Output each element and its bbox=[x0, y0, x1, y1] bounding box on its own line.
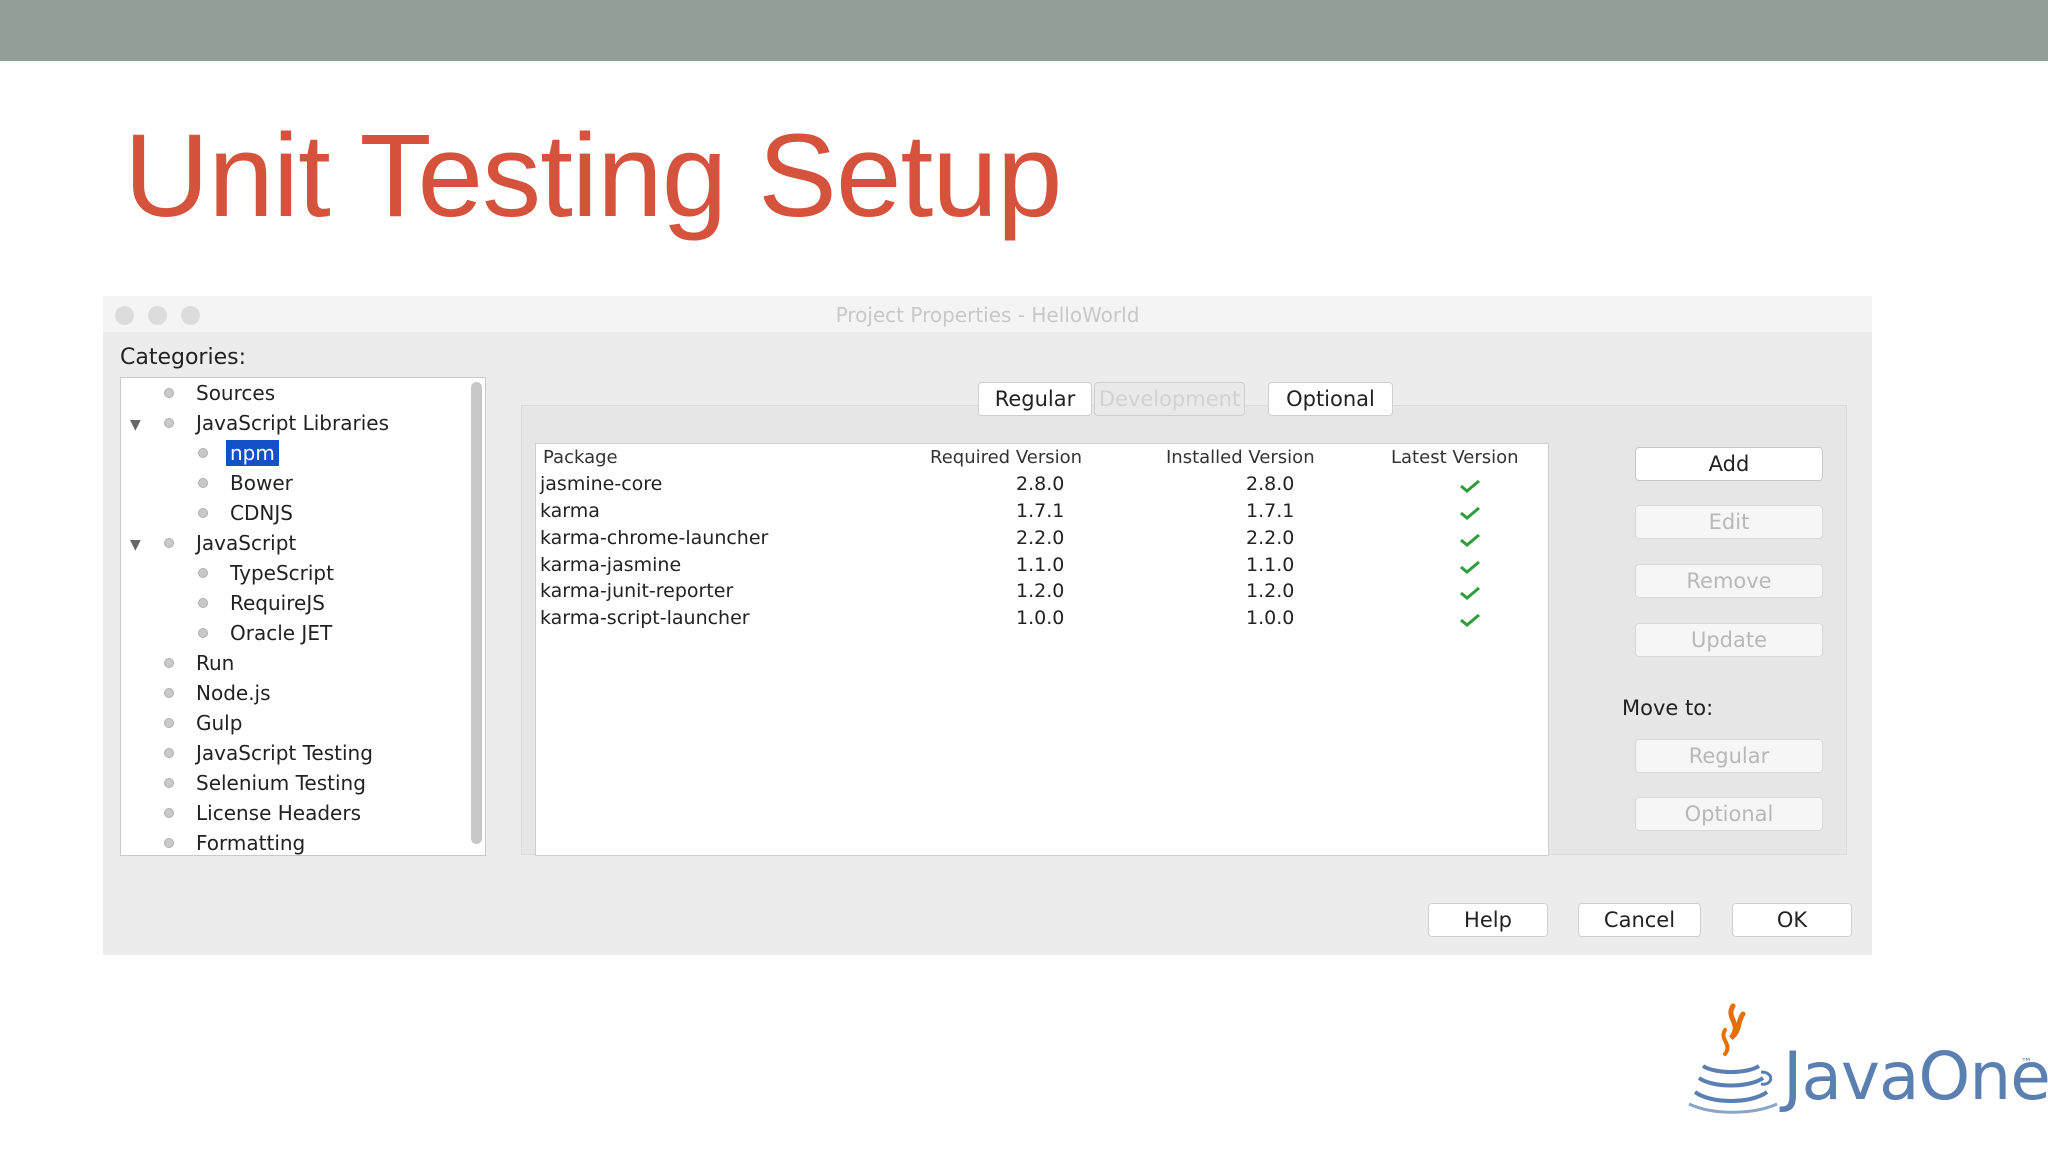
column-header-latest-version[interactable]: Latest Version bbox=[1391, 447, 1519, 468]
tab-development[interactable]: Development bbox=[1094, 382, 1245, 416]
node-bullet-icon bbox=[164, 538, 174, 548]
node-bullet-icon bbox=[164, 688, 174, 698]
table-row-required: 2.2.0 bbox=[1016, 527, 1065, 549]
move-regular-button[interactable]: Regular bbox=[1635, 739, 1823, 773]
table-row-package[interactable]: karma-script-launcher bbox=[540, 607, 750, 629]
project-properties-dialog: Project Properties - HelloWorld Categori… bbox=[103, 296, 1872, 955]
table-row-installed: 2.2.0 bbox=[1246, 527, 1295, 549]
checkmark-icon bbox=[1460, 613, 1480, 627]
tree-item-oracle-jet[interactable]: Oracle JET bbox=[198, 619, 332, 647]
tab-optional[interactable]: Optional bbox=[1268, 382, 1393, 416]
table-row-installed: 1.7.1 bbox=[1246, 500, 1295, 522]
top-band bbox=[0, 0, 2048, 61]
logo-trademark: ™ bbox=[2021, 1056, 2032, 1069]
table-row-package[interactable]: karma-chrome-launcher bbox=[540, 527, 768, 549]
node-bullet-icon bbox=[198, 448, 208, 458]
javaone-logo: JavaOne ™ bbox=[1685, 1000, 2048, 1120]
tree-item-requirejs[interactable]: RequireJS bbox=[198, 589, 325, 617]
node-bullet-icon bbox=[198, 628, 208, 638]
node-bullet-icon bbox=[164, 808, 174, 818]
tree-item-nodejs[interactable]: Node.js bbox=[164, 679, 271, 707]
table-row-package[interactable]: karma-junit-reporter bbox=[540, 580, 733, 602]
node-bullet-icon bbox=[164, 748, 174, 758]
node-bullet-icon bbox=[164, 778, 174, 788]
column-header-installed-version[interactable]: Installed Version bbox=[1166, 447, 1315, 468]
tree-item-typescript[interactable]: TypeScript bbox=[198, 559, 334, 587]
remove-button[interactable]: Remove bbox=[1635, 564, 1823, 598]
node-bullet-icon bbox=[164, 718, 174, 728]
update-button[interactable]: Update bbox=[1635, 623, 1823, 657]
table-row-package[interactable]: karma-jasmine bbox=[540, 554, 681, 576]
slide-title: Unit Testing Setup bbox=[124, 110, 1063, 242]
tree-item-javascript-testing[interactable]: JavaScript Testing bbox=[164, 739, 373, 767]
tab-regular[interactable]: Regular bbox=[978, 382, 1092, 416]
table-row-required: 1.1.0 bbox=[1016, 554, 1065, 576]
tree-item-selenium-testing[interactable]: Selenium Testing bbox=[164, 769, 366, 797]
tree-scrollbar[interactable] bbox=[471, 382, 482, 844]
table-row-installed: 1.2.0 bbox=[1246, 580, 1295, 602]
tree-item-javascript[interactable]: JavaScript bbox=[164, 529, 296, 557]
node-bullet-icon bbox=[164, 388, 174, 398]
column-header-package[interactable]: Package bbox=[543, 447, 618, 468]
dialog-titlebar: Project Properties - HelloWorld bbox=[103, 296, 1872, 332]
tree-item-run[interactable]: Run bbox=[164, 649, 234, 677]
tree-item-gulp[interactable]: Gulp bbox=[164, 709, 242, 737]
tree-item-cdnjs[interactable]: CDNJS bbox=[198, 499, 293, 527]
table-row-package[interactable]: karma bbox=[540, 500, 600, 522]
tree-item-license-headers[interactable]: License Headers bbox=[164, 799, 361, 827]
expand-arrow-icon[interactable]: ▼ bbox=[130, 537, 141, 553]
node-bullet-icon bbox=[164, 838, 174, 848]
tree-item-sources[interactable]: Sources bbox=[164, 379, 275, 407]
checkmark-icon bbox=[1460, 533, 1480, 547]
checkmark-icon bbox=[1460, 479, 1480, 493]
java-cup-icon bbox=[1688, 1003, 1778, 1114]
cancel-button[interactable]: Cancel bbox=[1578, 903, 1701, 937]
column-header-required-version[interactable]: Required Version bbox=[930, 447, 1082, 468]
checkmark-icon bbox=[1460, 586, 1480, 600]
checkmark-icon bbox=[1460, 506, 1480, 520]
table-row-installed: 2.8.0 bbox=[1246, 473, 1295, 495]
tree-item-formatting[interactable]: Formatting bbox=[164, 829, 305, 855]
table-row-required: 1.2.0 bbox=[1016, 580, 1065, 602]
add-button[interactable]: Add bbox=[1635, 447, 1823, 481]
edit-button[interactable]: Edit bbox=[1635, 505, 1823, 539]
table-row-required: 2.8.0 bbox=[1016, 473, 1065, 495]
categories-label: Categories: bbox=[120, 345, 246, 370]
node-bullet-icon bbox=[198, 508, 208, 518]
tree-item-javascript-libraries[interactable]: JavaScript Libraries bbox=[164, 409, 389, 437]
help-button[interactable]: Help bbox=[1428, 903, 1548, 937]
categories-tree: ▼ ▼ Sources JavaScript Libraries npm Bow… bbox=[120, 377, 486, 856]
packages-table: Package Required Version Installed Versi… bbox=[535, 443, 1549, 856]
table-row-required: 1.0.0 bbox=[1016, 607, 1065, 629]
checkmark-icon bbox=[1460, 560, 1480, 574]
tree-item-bower[interactable]: Bower bbox=[198, 469, 293, 497]
dialog-title: Project Properties - HelloWorld bbox=[835, 303, 1140, 327]
node-bullet-icon bbox=[164, 418, 174, 428]
move-optional-button[interactable]: Optional bbox=[1635, 797, 1823, 831]
table-row-required: 1.7.1 bbox=[1016, 500, 1065, 522]
node-bullet-icon bbox=[198, 478, 208, 488]
table-row-package[interactable]: jasmine-core bbox=[540, 473, 662, 495]
ok-button[interactable]: OK bbox=[1732, 903, 1852, 937]
node-bullet-icon bbox=[198, 598, 208, 608]
tree-item-npm[interactable]: npm bbox=[198, 439, 279, 467]
move-to-label: Move to: bbox=[1622, 696, 1714, 720]
table-row-installed: 1.1.0 bbox=[1246, 554, 1295, 576]
node-bullet-icon bbox=[164, 658, 174, 668]
logo-text: JavaOne bbox=[1783, 1038, 2048, 1115]
expand-arrow-icon[interactable]: ▼ bbox=[130, 417, 141, 433]
node-bullet-icon bbox=[198, 568, 208, 578]
table-row-installed: 1.0.0 bbox=[1246, 607, 1295, 629]
